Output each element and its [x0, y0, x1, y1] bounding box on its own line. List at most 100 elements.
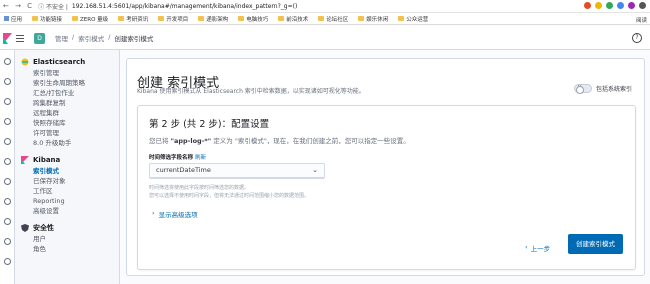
ml-icon[interactable] [4, 178, 11, 185]
extension-icon[interactable] [595, 2, 602, 9]
folder-icon [72, 16, 79, 21]
bookmark-folder[interactable]: 公众运营 [398, 15, 428, 23]
reading-list[interactable]: 阅读 [636, 16, 647, 24]
extension-icons [584, 2, 646, 9]
app-rail [0, 50, 15, 284]
sidenav-item-saved-objects[interactable]: 已保存对象 [33, 176, 119, 186]
sidenav-item-ilm[interactable]: 索引生命周期策略 [33, 78, 119, 88]
bookmark-folder[interactable]: 论坛社区 [318, 15, 348, 23]
extension-icon[interactable] [617, 2, 624, 9]
recent-icon[interactable] [4, 58, 11, 65]
apm-icon[interactable] [4, 238, 11, 245]
sidenav-item-ccr[interactable]: 跨集群复制 [33, 98, 119, 108]
bookmark-label: 开发项目 [166, 16, 189, 23]
bookmark-label: 前沿技术 [286, 16, 309, 23]
main-panel: 创建 索引模式 Kibana 使用索引模式从 Elasticsearch 索引中… [126, 58, 645, 276]
step-title: 第 2 步 (共 2 步)：配置设置 [149, 119, 270, 130]
dashboard-icon[interactable] [4, 118, 11, 125]
kibana-logo-icon[interactable] [0, 27, 14, 50]
bookmark-label: 电脑技巧 [246, 16, 269, 23]
system-indices-switch[interactable]: ✕ [573, 84, 592, 94]
sidenav-item-advanced-settings[interactable]: 高级设置 [33, 206, 119, 216]
bookmark-folder[interactable]: ZERO 量级 [72, 15, 108, 23]
time-field-select[interactable]: currentDateTime ⌄ [149, 163, 325, 179]
show-advanced-options[interactable]: › 显示高级选项 [152, 209, 198, 219]
sidenav-item-reporting[interactable]: Reporting [33, 196, 119, 206]
sidenav-item-index-management[interactable]: 索引管理 [33, 68, 119, 78]
advanced-label: 显示高级选项 [158, 211, 198, 219]
create-index-pattern-button[interactable]: 创建索引模式 [568, 234, 623, 254]
sidenav-item-users[interactable]: 用户 [33, 234, 119, 244]
section-security: 安全性 [21, 222, 119, 234]
select-value: currentDateTime [156, 166, 211, 174]
bookmark-folder[interactable]: 考研资讯 [118, 15, 148, 23]
sidenav-item-index-patterns[interactable]: 索引模式 [33, 166, 119, 176]
folder-icon [398, 16, 405, 21]
help-text: 时间筛选将使用此字段按时间筛选您的数据。 [149, 185, 250, 191]
infra-icon[interactable] [4, 198, 11, 205]
back-button[interactable]: ‹ 上一步 [525, 243, 550, 253]
time-field-label: 时间筛选字段名称 刷新 [149, 153, 206, 161]
bookmark-folder[interactable]: 前沿技术 [278, 15, 308, 23]
canvas-icon[interactable] [4, 138, 11, 145]
section-title: 安全性 [33, 224, 54, 232]
extension-icon[interactable] [628, 2, 635, 9]
bookmark-label: 考研资讯 [126, 16, 149, 23]
bookmark-folder[interactable]: 开发项目 [158, 15, 188, 23]
maps-icon[interactable] [4, 158, 11, 165]
help-icon[interactable]: ? [632, 33, 642, 43]
browser-address-bar: ← → C ⓘ 不安全 | 192.168.51.4:5601/app/kiba… [0, 0, 650, 13]
menu-toggle-icon[interactable] [14, 27, 26, 50]
elasticsearch-icon [21, 58, 29, 66]
extension-icon[interactable] [584, 2, 591, 9]
folder-icon [118, 16, 125, 21]
browser-nav-buttons[interactable]: ← → C [3, 2, 34, 10]
bookmark-folder[interactable]: 功能链接 [32, 15, 62, 23]
bookmark-folder[interactable]: 递影架构 [198, 15, 228, 23]
url-field[interactable]: 192.168.51.4:5601/app/kibana#/management… [72, 3, 297, 10]
bookmark-label: 娱乐休闲 [366, 16, 389, 23]
visualize-icon[interactable] [4, 98, 11, 105]
section-title: Kibana [33, 156, 61, 164]
folder-icon [32, 16, 39, 21]
bookmark-apps[interactable]: 应用 [4, 15, 22, 23]
folder-icon [358, 16, 365, 21]
section-elasticsearch: Elasticsearch [21, 56, 119, 68]
security-indicator[interactable]: ⓘ 不安全 | [38, 2, 68, 11]
kibana-header: D 管理 / 索引模式 / 创建索引模式 ? [0, 27, 650, 50]
bookmark-label: 论坛社区 [326, 16, 349, 23]
extension-icon[interactable] [606, 2, 613, 9]
breadcrumb-separator: / [72, 33, 75, 41]
devtools-icon[interactable] [4, 258, 11, 265]
step-hint: 您已将 "app-log-*" 定义为 "索引模式"，现在，在我们创建之前，您可… [149, 135, 410, 145]
chevron-left-icon: ‹ [525, 243, 528, 251]
close-icon: ✕ [576, 84, 583, 91]
sidenav-item-spaces[interactable]: 工作区 [33, 186, 119, 196]
hint-text: 您已将 [149, 137, 169, 145]
extension-icon[interactable] [639, 2, 646, 9]
sidenav-item-remote-clusters[interactable]: 远程集群 [33, 108, 119, 118]
sidenav-item-snapshots[interactable]: 快照存储库 [33, 118, 119, 128]
bookmark-label: 递影架构 [206, 16, 229, 23]
section-title: Elasticsearch [33, 58, 86, 66]
refresh-link[interactable]: 刷新 [195, 155, 206, 161]
sidenav-item-upgrade[interactable]: 8.0 升级助手 [33, 138, 119, 148]
space-avatar[interactable]: D [34, 32, 45, 44]
bookmark-label: 应用 [11, 16, 23, 23]
bookmark-label: 公众运营 [406, 16, 429, 23]
chevron-down-icon: ⌄ [312, 166, 318, 174]
sidenav-item-rollup[interactable]: 汇总/打包作业 [33, 88, 119, 98]
logs-icon[interactable] [4, 218, 11, 225]
folder-icon [198, 16, 205, 21]
discover-icon[interactable] [4, 78, 11, 85]
breadcrumb-management[interactable]: 管理 [55, 33, 68, 43]
breadcrumb-index-patterns[interactable]: 索引模式 [78, 33, 104, 43]
help-text: 您可以选择不使用时间字段，但将无法通过时间范围缩小您的数据范围。 [149, 193, 310, 199]
include-system-indices: ✕ 包括系统索引 [573, 84, 632, 94]
folder-icon [318, 16, 325, 21]
sidenav-item-roles[interactable]: 角色 [33, 244, 119, 254]
back-label: 上一步 [530, 245, 551, 253]
sidenav-item-license[interactable]: 许可管理 [33, 128, 119, 138]
bookmark-folder[interactable]: 电脑技巧 [238, 15, 268, 23]
bookmark-folder[interactable]: 娱乐休闲 [358, 15, 388, 23]
